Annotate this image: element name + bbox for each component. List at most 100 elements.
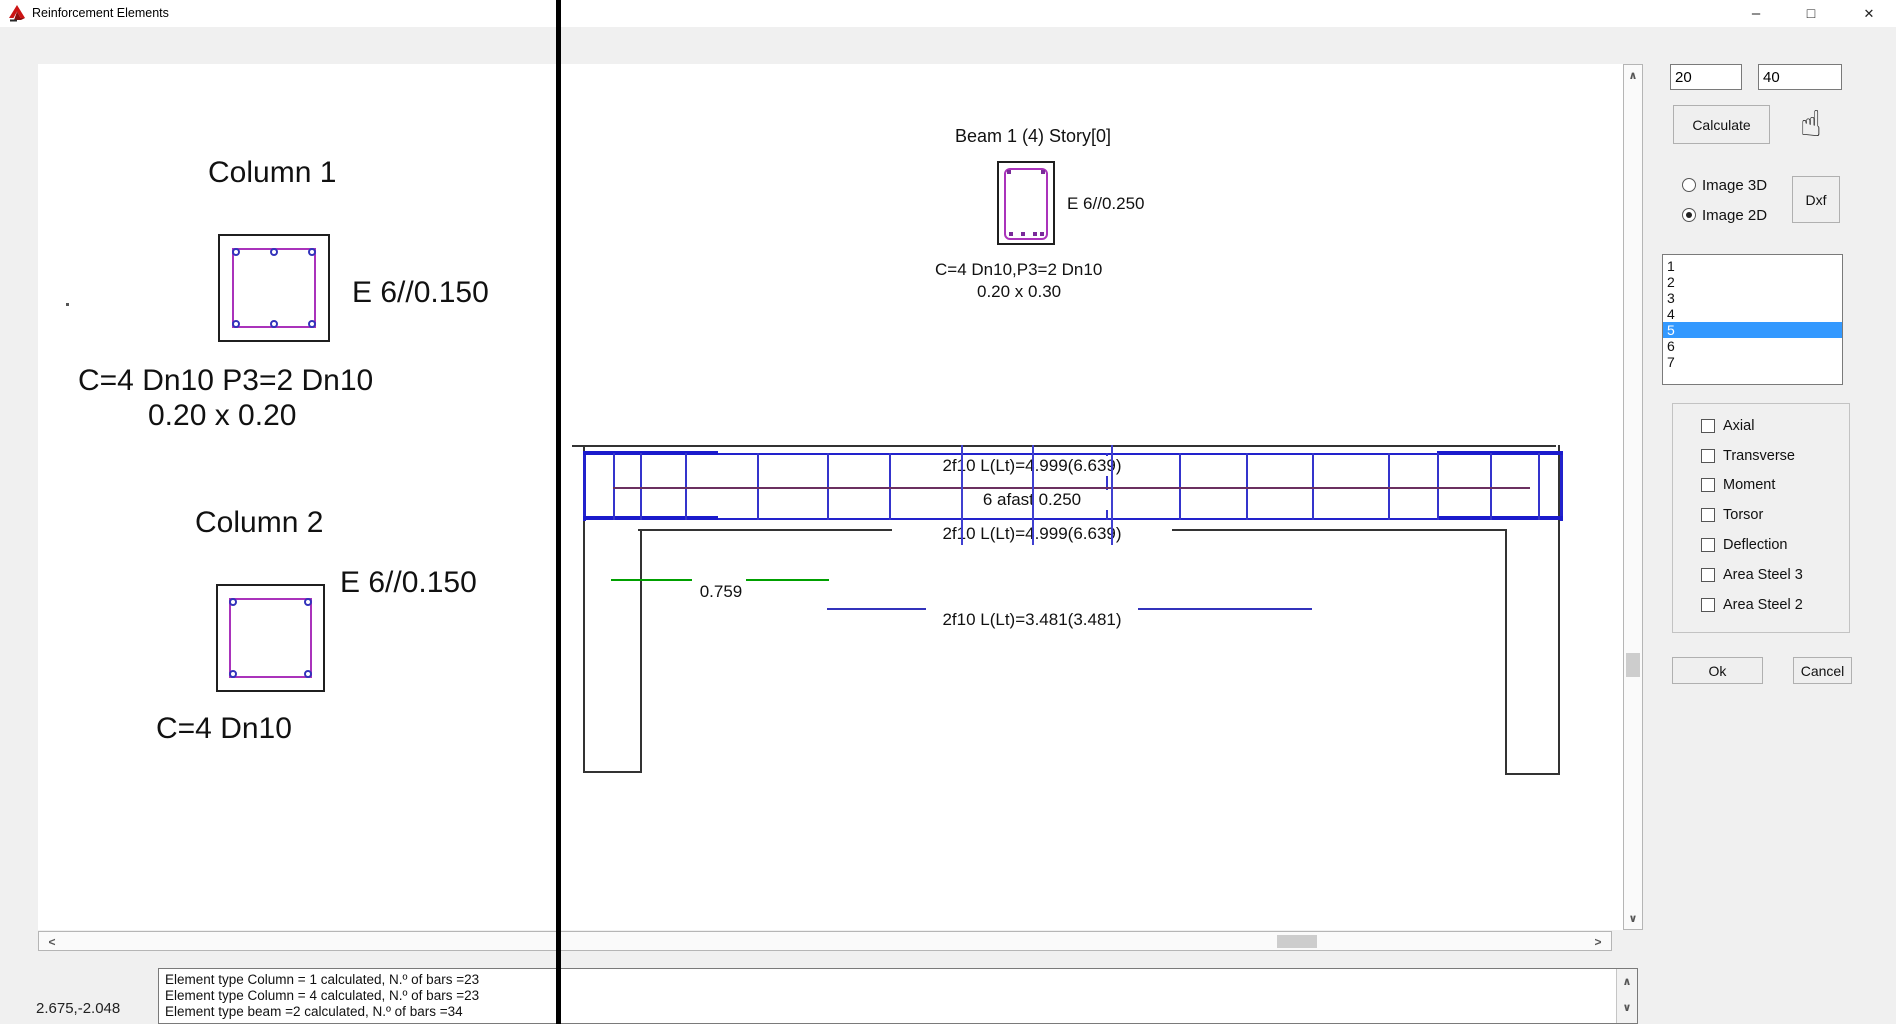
beam-size-label: 0.20 x 0.30	[977, 282, 1061, 302]
horizontal-scroll-thumb[interactable]	[1277, 935, 1317, 948]
list-item[interactable]: 6	[1663, 338, 1842, 354]
log-scroll-up-icon[interactable]: ∧	[1617, 975, 1637, 988]
element-listbox[interactable]: 1 2 3 4 5 6 7	[1662, 254, 1843, 385]
cage-bold-bottom-left	[583, 516, 718, 520]
beam-drawing-canvas[interactable]: Beam 1 (4) Story[0] E 6//0.250 C=4 Dn10,…	[561, 64, 1623, 930]
log-line: Element type Column = 4 calculated, N.º …	[159, 988, 1637, 1004]
transverse-label[interactable]: Transverse	[1723, 448, 1795, 464]
app-window: Reinforcement Elements – □ ✕ Column 1 E …	[0, 0, 1896, 1024]
rebar-dot	[229, 670, 237, 678]
deflection-checkbox[interactable]	[1701, 538, 1715, 552]
calculation-log[interactable]: Element type Column = 1 calculated, N.º …	[158, 968, 1638, 1024]
column2-stirrup-label: E 6//0.150	[340, 566, 477, 600]
bar-tick	[1009, 232, 1013, 236]
scroll-down-icon[interactable]: ∨	[1624, 912, 1642, 925]
rebar-dot	[270, 248, 278, 256]
dxf-button[interactable]: Dxf	[1792, 176, 1840, 223]
scroll-right-icon[interactable]: >	[1591, 935, 1605, 949]
dimension-tick	[1111, 445, 1113, 545]
transverse-checkbox[interactable]	[1701, 449, 1715, 463]
lap-length-label: 0.759	[671, 582, 771, 602]
rebar-dot	[308, 320, 316, 328]
area-steel-2-label[interactable]: Area Steel 2	[1723, 597, 1803, 613]
list-item[interactable]: 2	[1663, 274, 1842, 290]
vertical-scrollbar[interactable]: ∧ ∨	[1623, 64, 1643, 930]
list-item[interactable]: 1	[1663, 258, 1842, 274]
torsor-label[interactable]: Torsor	[1723, 507, 1763, 523]
torsor-checkbox[interactable]	[1701, 508, 1715, 522]
image-3d-label[interactable]: Image 3D	[1702, 177, 1767, 194]
cage-bold-top-left	[583, 451, 718, 455]
axial-checkbox[interactable]	[1701, 419, 1715, 433]
moment-label[interactable]: Moment	[1723, 477, 1775, 493]
list-item[interactable]: 7	[1663, 354, 1842, 370]
mid-bar-line	[613, 487, 1530, 489]
deflection-label[interactable]: Deflection	[1723, 537, 1787, 553]
scroll-left-icon[interactable]: <	[45, 935, 59, 949]
right-support-bottom	[1505, 773, 1560, 775]
lap-length-line	[746, 579, 829, 581]
bar-tick	[1007, 170, 1011, 174]
column2-stirrup-tie	[229, 598, 312, 678]
log-scroll-down-icon[interactable]: ∨	[1617, 1001, 1637, 1014]
dimension-tick	[961, 445, 963, 545]
cage-top-line	[583, 453, 1563, 455]
horizontal-scrollbar[interactable]: < >	[38, 931, 1612, 951]
area-steel-3-label[interactable]: Area Steel 3	[1723, 567, 1803, 583]
list-item[interactable]: 4	[1663, 306, 1842, 322]
image-2d-label[interactable]: Image 2D	[1702, 207, 1767, 224]
log-line: Element type Column = 1 calculated, N.º …	[159, 972, 1637, 988]
beam-bars-label: C=4 Dn10,P3=2 Dn10	[935, 260, 1102, 280]
calculate-button[interactable]: Calculate	[1673, 105, 1770, 144]
stray-dot	[66, 303, 69, 306]
close-button[interactable]: ✕	[1846, 0, 1892, 27]
beam-section-stirrup	[1004, 168, 1048, 240]
area-steel-2-checkbox[interactable]	[1701, 598, 1715, 612]
image-2d-radio[interactable]	[1682, 208, 1696, 222]
minimize-button[interactable]: –	[1733, 0, 1779, 27]
rebar-dot	[229, 598, 237, 606]
canvas-divider-line	[556, 0, 561, 1024]
cover-field[interactable]	[1670, 64, 1742, 90]
column1-stirrup-label: E 6//0.150	[352, 276, 489, 310]
rebar-dot	[232, 320, 240, 328]
bar-tick	[1021, 232, 1025, 236]
moment-checkbox[interactable]	[1701, 478, 1715, 492]
column1-bars-label: C=4 Dn10 P3=2 Dn10	[78, 364, 373, 398]
ok-button[interactable]: Ok	[1672, 657, 1763, 684]
app-logo-icon	[8, 4, 26, 23]
log-scrollbar[interactable]: ∧ ∨	[1616, 969, 1637, 1023]
rebar-dot	[232, 248, 240, 256]
cage-right-end	[1560, 452, 1563, 521]
cage-bold-bottom-right	[1437, 516, 1563, 520]
area-steel-3-checkbox[interactable]	[1701, 568, 1715, 582]
left-support-edge	[640, 529, 642, 771]
axial-label[interactable]: Axial	[1723, 418, 1754, 434]
column1-size-label: 0.20 x 0.20	[148, 399, 296, 433]
list-item[interactable]: 3	[1663, 290, 1842, 306]
left-drawing-canvas[interactable]: Column 1 E 6//0.150 C=4 Dn10 P3=2 Dn10 0…	[38, 64, 556, 930]
vertical-scroll-thumb[interactable]	[1626, 653, 1640, 677]
left-support-bottom	[583, 771, 642, 773]
rebar-dot	[304, 670, 312, 678]
spacing-field[interactable]	[1758, 64, 1842, 90]
scroll-up-icon[interactable]: ∧	[1624, 69, 1642, 82]
image-3d-radio[interactable]	[1682, 178, 1696, 192]
list-item-selected[interactable]: 5	[1663, 322, 1842, 338]
extra-bar-label: 2f10 L(Lt)=3.481(3.481)	[892, 610, 1172, 630]
cage-bold-top-right	[1437, 451, 1563, 455]
column2-bars-label: C=4 Dn10	[156, 712, 292, 746]
dimension-tick	[1032, 445, 1034, 545]
column1-stirrup-tie	[232, 248, 316, 328]
rebar-dot	[270, 320, 278, 328]
cage-bottom-line	[583, 518, 1563, 520]
maximize-button[interactable]: □	[1788, 0, 1834, 27]
radio-selected-dot	[1686, 212, 1692, 218]
beam-top-edge	[572, 445, 1556, 447]
bar-tick	[1041, 170, 1045, 174]
window-title: Reinforcement Elements	[32, 6, 169, 20]
bar-tick	[1033, 232, 1037, 236]
cancel-button[interactable]: Cancel	[1793, 657, 1852, 684]
cursor-coordinates: 2.675,-2.048	[36, 1000, 120, 1017]
column1-title: Column 1	[208, 156, 336, 190]
